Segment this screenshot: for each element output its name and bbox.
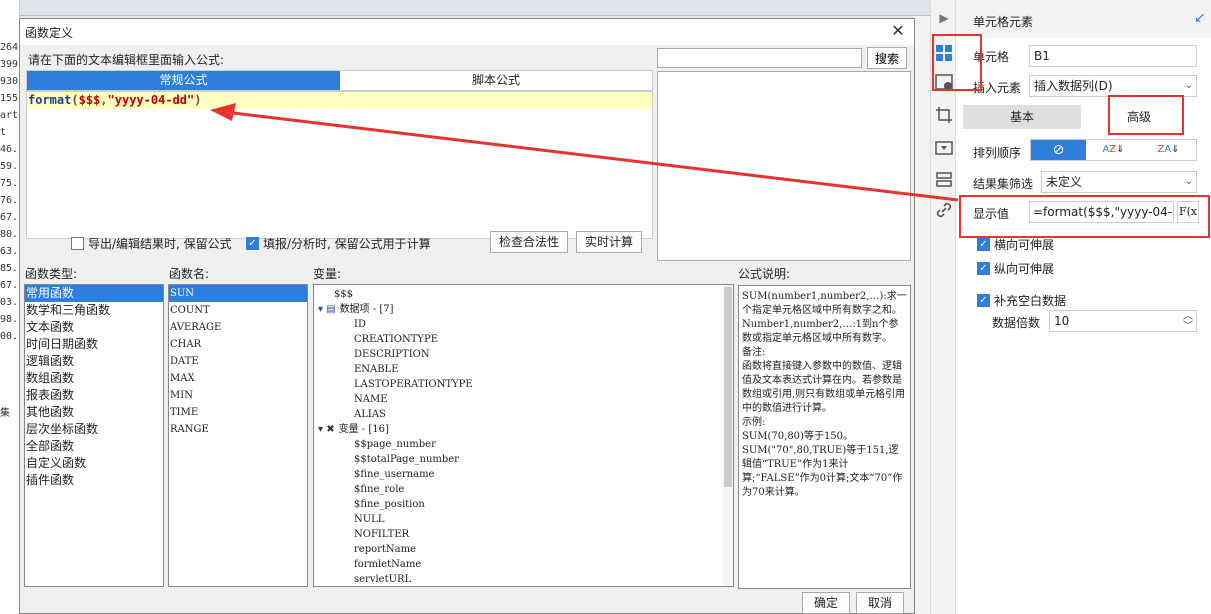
annotation-arrow-icon bbox=[210, 103, 959, 202]
